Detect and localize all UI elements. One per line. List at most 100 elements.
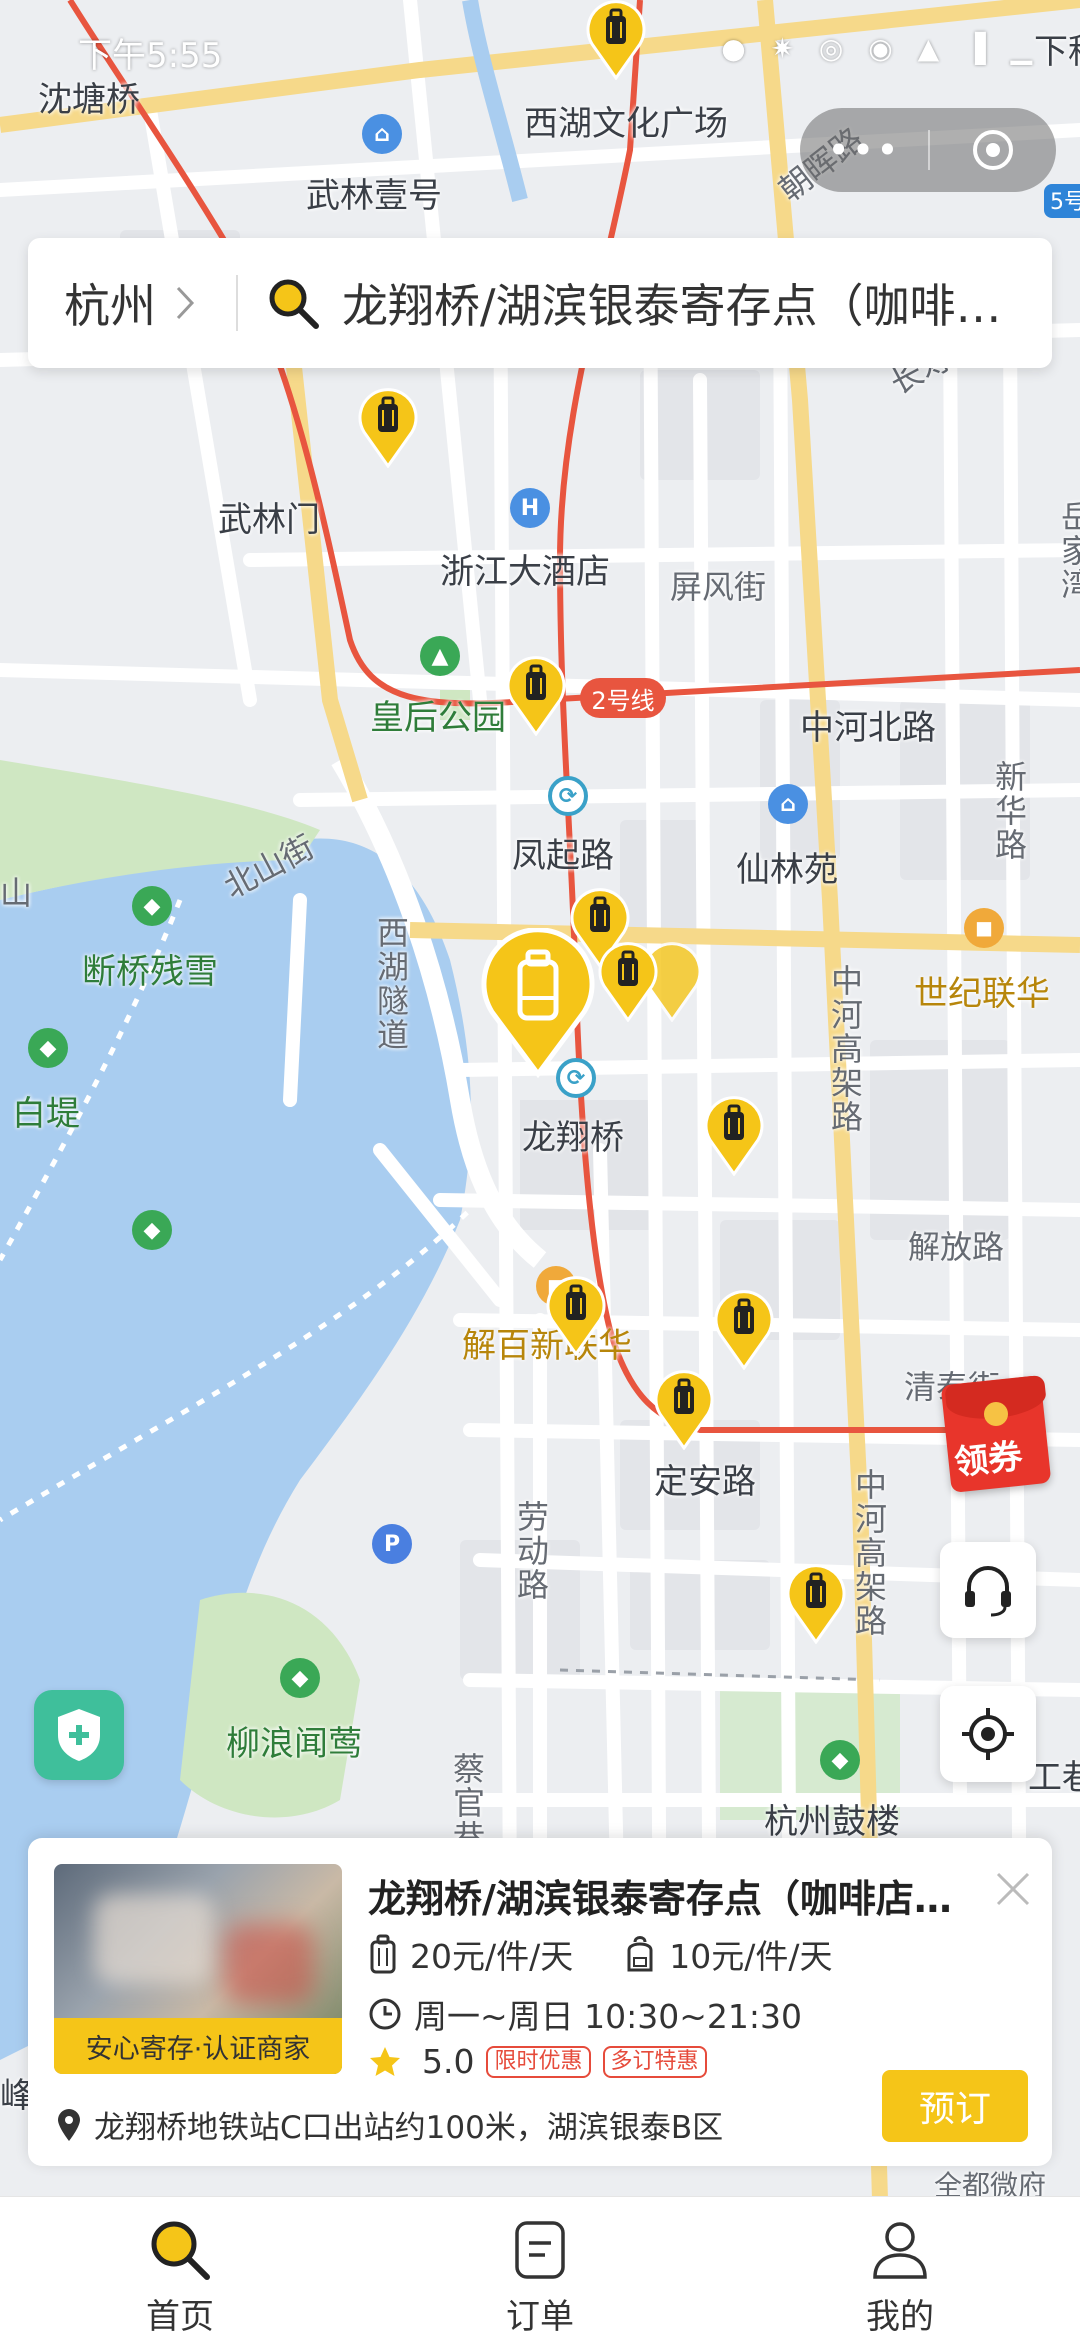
order-icon (515, 2221, 565, 2279)
book-button[interactable]: 预订 (882, 2070, 1028, 2142)
map-label: 定安路 (654, 1462, 756, 1502)
address-row: 龙翔桥地铁站C口出站约100米，湖滨银泰B区 (56, 2102, 723, 2147)
home-poi-icon: ⌂ (768, 784, 808, 824)
map-label: 中河北路 (800, 708, 936, 748)
map-label: 白堤 (12, 1094, 80, 1134)
promo-tag: 多订特惠 (602, 2045, 707, 2078)
city-selector[interactable]: 杭州 (28, 238, 236, 368)
bag-price: 10元/件/天 (669, 1937, 833, 1976)
metro-line-badge: 5号 (1044, 184, 1080, 218)
selected-luggage-pin[interactable] (478, 928, 598, 1078)
bottom-nav: 首页 订单 我的 (0, 2196, 1080, 2340)
coupon-button[interactable]: 领券 (940, 1372, 1056, 1493)
store-address: 龙翔桥地铁站C口出站约100米，湖滨银泰B区 (94, 2110, 724, 2146)
park-area (180, 1592, 360, 1818)
nav-label: 我的 (866, 2297, 934, 2337)
map-label: 世纪联华 (914, 974, 1050, 1014)
headset-icon (965, 1566, 1011, 1617)
map-label: 中河高架路 (826, 964, 864, 1134)
map-label: 武林门 (218, 500, 320, 540)
nav-home[interactable]: 首页 (0, 2197, 360, 2340)
status-time: 下午5:55 (78, 36, 223, 76)
shield-icon (58, 1709, 100, 1761)
store-thumbnail[interactable]: 安心寄存·认证商家 (54, 1864, 342, 2074)
backpack-icon (627, 1936, 653, 1972)
store-card[interactable]: 安心寄存·认证商家 龙翔桥/湖滨银泰寄存点（咖啡店… 20元/件/天 10元/件… (28, 1838, 1052, 2166)
thumbnail-blur (94, 1894, 214, 1984)
scenic-poi-icon: ◆ (280, 1658, 320, 1698)
luggage-pin[interactable] (356, 388, 420, 468)
nav-profile[interactable]: 我的 (720, 2197, 1080, 2340)
location-pin-icon (58, 2108, 80, 2141)
target-close-icon (973, 130, 1013, 170)
status-bar: 下午5:55 ● ✷ ◎ ◉ ▲ ▐ ▁ (0, 0, 1080, 100)
map-label: 断桥残雪 (82, 952, 218, 992)
city-name: 杭州 (64, 279, 156, 333)
nav-orders[interactable]: 订单 (360, 2197, 720, 2340)
more-menu-button[interactable]: ••• (800, 108, 928, 192)
luggage-pin[interactable] (652, 1370, 716, 1450)
map-label: 龙翔桥 (522, 1118, 624, 1158)
map-label: 武林壹号 (306, 176, 442, 216)
customer-service-button[interactable] (940, 1542, 1036, 1638)
scenic-poi-icon: ◆ (132, 1210, 172, 1250)
locate-me-button[interactable] (940, 1686, 1036, 1782)
coin-icon (984, 1402, 1008, 1426)
search-icon (151, 2221, 210, 2280)
luggage-pin[interactable] (702, 1096, 766, 1176)
safety-button[interactable] (34, 1690, 124, 1780)
metro-line-badge: 2号线 (580, 678, 666, 718)
locate-icon (962, 1708, 1014, 1760)
map-label: 解放路 (908, 1228, 1005, 1266)
map-label: 山 (0, 874, 33, 912)
scenic-poi-icon: ◆ (132, 886, 172, 926)
status-icons: ● ✷ ◎ ◉ ▲ ▐ ▁ (721, 32, 1040, 65)
close-icon[interactable] (988, 1864, 1038, 1914)
map-label: 全都微府 (934, 2169, 1047, 2200)
parking-icon: P (372, 1524, 412, 1564)
price-row: 20元/件/天 10元/件/天 (368, 1930, 832, 1978)
store-title: 龙翔桥/湖滨银泰寄存点（咖啡店… (368, 1877, 952, 1921)
map-label: 西湖隧道 (372, 916, 410, 1052)
chevron-right-icon (176, 286, 195, 320)
star-icon (370, 2046, 400, 2076)
rating-row: 5.0 限时优惠 多订特惠 (368, 2042, 707, 2081)
map-label: 新华路 (990, 760, 1028, 862)
metro-station-icon: ⟳ (548, 776, 588, 816)
search-icon (269, 279, 319, 329)
map-label: 浙江大酒店 (440, 552, 610, 592)
map-label: 凤起路 (512, 836, 614, 876)
close-miniprogram-button[interactable] (930, 127, 1056, 173)
thumbnail-blur (224, 1924, 314, 2004)
metro-line-label: 2号线 (591, 686, 655, 715)
scenic-poi-icon: ◆ (28, 1028, 68, 1068)
promo-tag: 限时优惠 (486, 2045, 591, 2078)
map-label: 杭州鼓楼 (764, 1802, 900, 1842)
luggage-pin[interactable] (784, 1564, 848, 1644)
hours-row: 周一~周日 10:30~21:30 (368, 1990, 802, 2038)
map-label: 屏风街 (670, 568, 767, 606)
metro-line-label: 5号 (1050, 190, 1080, 215)
luggage-price: 20元/件/天 (410, 1937, 574, 1976)
rating-value: 5.0 (422, 2042, 475, 2081)
luggage-pin[interactable] (596, 942, 660, 1022)
search-divider (236, 275, 238, 331)
certified-badge: 安心寄存·认证商家 (54, 2018, 342, 2074)
map-label: 西湖文化广场 (524, 104, 728, 144)
map-label: 中河高架路 (850, 1468, 888, 1638)
map-label: 岳家湾 (1056, 500, 1080, 602)
luggage-pin[interactable] (544, 1276, 608, 1356)
miniprogram-capsule: ••• (800, 108, 1056, 192)
search-input[interactable]: 龙翔桥/湖滨银泰寄存点（咖啡… (342, 270, 1052, 336)
profile-icon (873, 2222, 927, 2279)
tree-poi-icon: ▲ (420, 636, 460, 676)
luggage-pin[interactable] (712, 1290, 776, 1370)
nav-label: 订单 (506, 2297, 574, 2337)
opening-hours: 周一~周日 10:30~21:30 (414, 1997, 802, 2036)
clock-icon (369, 1998, 401, 2030)
luggage-pin[interactable] (504, 656, 568, 736)
map-label: 柳浪闻莺 (226, 1724, 362, 1764)
nav-label: 首页 (146, 2297, 214, 2337)
search-bar: 杭州 龙翔桥/湖滨银泰寄存点（咖啡… (28, 238, 1052, 368)
scenic-poi-icon: ◆ (820, 1740, 860, 1780)
